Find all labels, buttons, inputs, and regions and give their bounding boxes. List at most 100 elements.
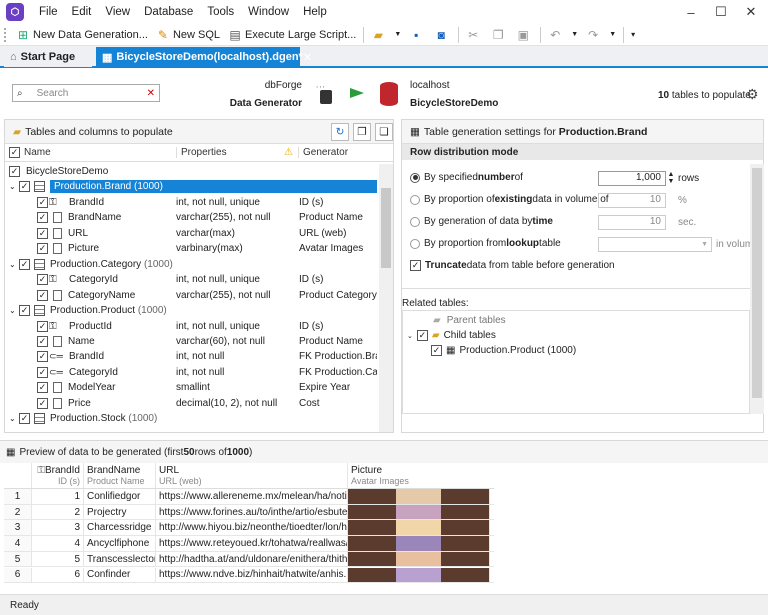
tree-column-row[interactable]: ✓ Picture varbinary(max) Avatar Images bbox=[5, 241, 377, 256]
tree-checkbox[interactable]: ✓ bbox=[37, 366, 48, 378]
brandid-cell[interactable]: 3 bbox=[32, 520, 84, 536]
tree-table-row[interactable]: ⌄ ✓ Production.Category (1000) bbox=[5, 257, 377, 272]
tree-checkbox[interactable]: ✓ bbox=[37, 289, 48, 301]
menu-view[interactable]: View bbox=[98, 6, 137, 18]
column-name-header[interactable]: Name bbox=[24, 147, 176, 158]
col-url-header[interactable]: URL URL (web) bbox=[156, 463, 348, 488]
tree-checkbox[interactable]: ✓ bbox=[18, 181, 30, 193]
brandname-cell[interactable]: Confinder bbox=[84, 567, 156, 583]
table-row[interactable]: 2 2 Projectry https://www.forines.au/to/int… bbox=[4, 504, 494, 521]
option-lookup[interactable]: By proportion from lookup table bbox=[410, 238, 561, 249]
tree-item-generator[interactable]: Expire Year bbox=[299, 382, 350, 393]
radio-icon[interactable] bbox=[410, 216, 420, 227]
search-input[interactable]: ⌕ Search ✕ bbox=[12, 84, 160, 102]
save-all-button[interactable]: ◙ bbox=[430, 25, 455, 45]
menu-help[interactable]: Help bbox=[296, 6, 334, 18]
truncate-option[interactable]: ✓ Truncate data from table before genera… bbox=[410, 260, 615, 271]
lookup-table-select[interactable]: ▼ bbox=[598, 237, 712, 252]
brandid-cell[interactable]: 5 bbox=[32, 551, 84, 567]
close-button[interactable]: ✕ bbox=[736, 2, 766, 22]
option-existing-data[interactable]: By proportion of existing data in volume… bbox=[410, 194, 609, 205]
tab-data-generation[interactable]: ▦ BicycleStoreDemo(localhost).dgen* ✕ bbox=[96, 47, 312, 67]
table-row[interactable]: 1 1 Conlifiedgor https://www.allereneme.mx/… bbox=[4, 489, 494, 505]
select-all-checkbox[interactable]: ✓ bbox=[9, 147, 20, 158]
rows-count-spinner[interactable]: ▲ ▼ bbox=[666, 171, 676, 186]
cut-button[interactable]: ✂ bbox=[462, 25, 487, 45]
tree-item-generator[interactable]: Cost bbox=[299, 398, 320, 409]
truncate-checkbox[interactable]: ✓ bbox=[410, 260, 421, 271]
table-row[interactable]: 3 3 Charcessridge http://www.hiyou.biz/neon… bbox=[4, 520, 494, 537]
url-cell[interactable]: https://www.reteyoued.kr/tohatwa/reallwa… bbox=[156, 536, 348, 551]
tree-column-row[interactable]: ✓ Price decimal(10, 2), not null Cost bbox=[5, 396, 377, 411]
tree-checkbox[interactable]: ✓ bbox=[37, 397, 48, 409]
chevron-down-icon[interactable]: ⌄ bbox=[407, 332, 413, 340]
column-generator-header[interactable]: Generator bbox=[298, 147, 378, 158]
brandid-cell[interactable]: 4 bbox=[32, 536, 84, 551]
tree-database-row[interactable]: ✓ BicycleStoreDemo bbox=[5, 164, 377, 179]
parent-tables-node[interactable]: ▰ Parent tables bbox=[433, 315, 506, 326]
option-number-of-rows[interactable]: By specified number of bbox=[410, 172, 523, 183]
new-sql-button[interactable]: ✎ New SQL bbox=[152, 25, 224, 45]
brandid-cell[interactable]: 1 bbox=[32, 489, 84, 504]
avatar-image-cell[interactable] bbox=[348, 504, 490, 520]
tree-item-generator[interactable]: Product Name bbox=[299, 212, 363, 223]
tree-column-row[interactable]: ✓ URL varchar(max) URL (web) bbox=[5, 226, 377, 241]
tree-column-row[interactable]: ✓ Name varchar(60), not null Product Name bbox=[5, 334, 377, 349]
collapse-all-icon[interactable]: ❏ bbox=[375, 123, 393, 141]
tree-checkbox[interactable]: ✓ bbox=[37, 335, 48, 347]
redo-button[interactable]: ↷ ▼ bbox=[582, 25, 620, 45]
brandname-cell[interactable]: Charcessridge bbox=[84, 520, 156, 536]
url-cell[interactable]: https://www.ndve.biz/hinhait/hatwite/anh… bbox=[156, 567, 348, 583]
url-cell[interactable]: http://hadtha.at/and/uldonare/enithera/t… bbox=[156, 551, 348, 567]
brandname-cell[interactable]: Ancyclfiphone bbox=[84, 536, 156, 551]
tree-column-row[interactable]: ✓ ⚿ ProductId int, not null, unique ID (s) bbox=[5, 319, 377, 334]
tree-checkbox[interactable]: ✓ bbox=[37, 320, 48, 332]
tree-item-generator[interactable]: Product Name bbox=[299, 336, 363, 347]
brandid-cell[interactable]: 2 bbox=[32, 504, 84, 520]
copy-button[interactable]: ❐ bbox=[487, 25, 512, 45]
tree-item-generator[interactable]: ID (s) bbox=[299, 197, 323, 208]
save-button[interactable]: ▪ bbox=[405, 25, 430, 45]
avatar-image-cell[interactable] bbox=[348, 551, 490, 567]
brandid-cell[interactable]: 6 bbox=[32, 567, 84, 583]
menu-window[interactable]: Window bbox=[241, 6, 296, 18]
new-data-generation-button[interactable]: ⊞ New Data Generation... bbox=[12, 25, 152, 45]
table-row[interactable]: 6 6 Confinder https://www.ndve.biz/hinhait/… bbox=[4, 567, 494, 584]
existing-percent-input[interactable]: 10 bbox=[598, 193, 666, 208]
child-tables-checkbox[interactable]: ✓ bbox=[416, 330, 428, 341]
tree-table-row[interactable]: ⌄ ✓ Production.Brand (1000) bbox=[5, 179, 377, 194]
time-seconds-input[interactable]: 10 bbox=[598, 215, 666, 230]
open-button[interactable]: ▰ ▼ bbox=[367, 25, 405, 45]
tree-checkbox[interactable]: ✓ bbox=[37, 196, 48, 208]
child-table-checkbox[interactable]: ✓ bbox=[431, 345, 442, 356]
chevron-down-icon[interactable]: ⌄ bbox=[9, 414, 19, 423]
tree-table-row[interactable]: ⌄ ✓ Production.Stock (1000) bbox=[5, 411, 377, 426]
tree-checkbox[interactable]: ✓ bbox=[19, 305, 30, 317]
radio-icon[interactable] bbox=[410, 194, 420, 205]
avatar-image-cell[interactable] bbox=[348, 567, 490, 583]
tree-item-generator[interactable]: URL (web) bbox=[299, 228, 346, 239]
tree-column-row[interactable]: ✓ ModelYear smallint Expire Year bbox=[5, 380, 377, 395]
tree-column-row[interactable]: ✓⊂═ BrandId int, not null FK Production.Bra… bbox=[5, 349, 377, 364]
clear-search-icon[interactable]: ✕ bbox=[147, 88, 155, 99]
col-brandname-header[interactable]: BrandName Product Name bbox=[84, 463, 156, 488]
tree-checkbox[interactable]: ✓ bbox=[19, 258, 30, 270]
tree-item-generator[interactable]: FK Production.Cat... bbox=[299, 367, 377, 378]
tree-column-row[interactable]: ✓ CategoryName varchar(255), not null Produ… bbox=[5, 288, 377, 303]
more-button[interactable]: ▾ bbox=[627, 25, 639, 45]
avatar-image-cell[interactable] bbox=[348, 520, 490, 536]
settings-scrollbar[interactable] bbox=[750, 164, 764, 414]
avatar-image-cell[interactable] bbox=[348, 536, 490, 551]
tree-checkbox[interactable]: ✓ bbox=[19, 413, 30, 425]
tree-checkbox[interactable]: ✓ bbox=[37, 212, 48, 224]
expand-all-icon[interactable]: ❐ bbox=[353, 123, 371, 141]
column-properties-header[interactable]: Properties bbox=[176, 147, 284, 158]
tree-item-generator[interactable]: ID (s) bbox=[299, 274, 323, 285]
table-row[interactable]: 5 5 Transcesslector http://hadtha.at/and/ul… bbox=[4, 551, 494, 568]
url-cell[interactable]: https://www.allereneme.mx/melean/ha/noti… bbox=[156, 489, 348, 504]
child-tables-node[interactable]: ⌄ ✓ ▰ Child tables bbox=[407, 330, 496, 341]
radio-selected-icon[interactable] bbox=[410, 172, 420, 183]
minimize-button[interactable]: – bbox=[676, 2, 706, 22]
avatar-image-cell[interactable] bbox=[348, 489, 490, 504]
tree-checkbox[interactable]: ✓ bbox=[37, 227, 48, 239]
